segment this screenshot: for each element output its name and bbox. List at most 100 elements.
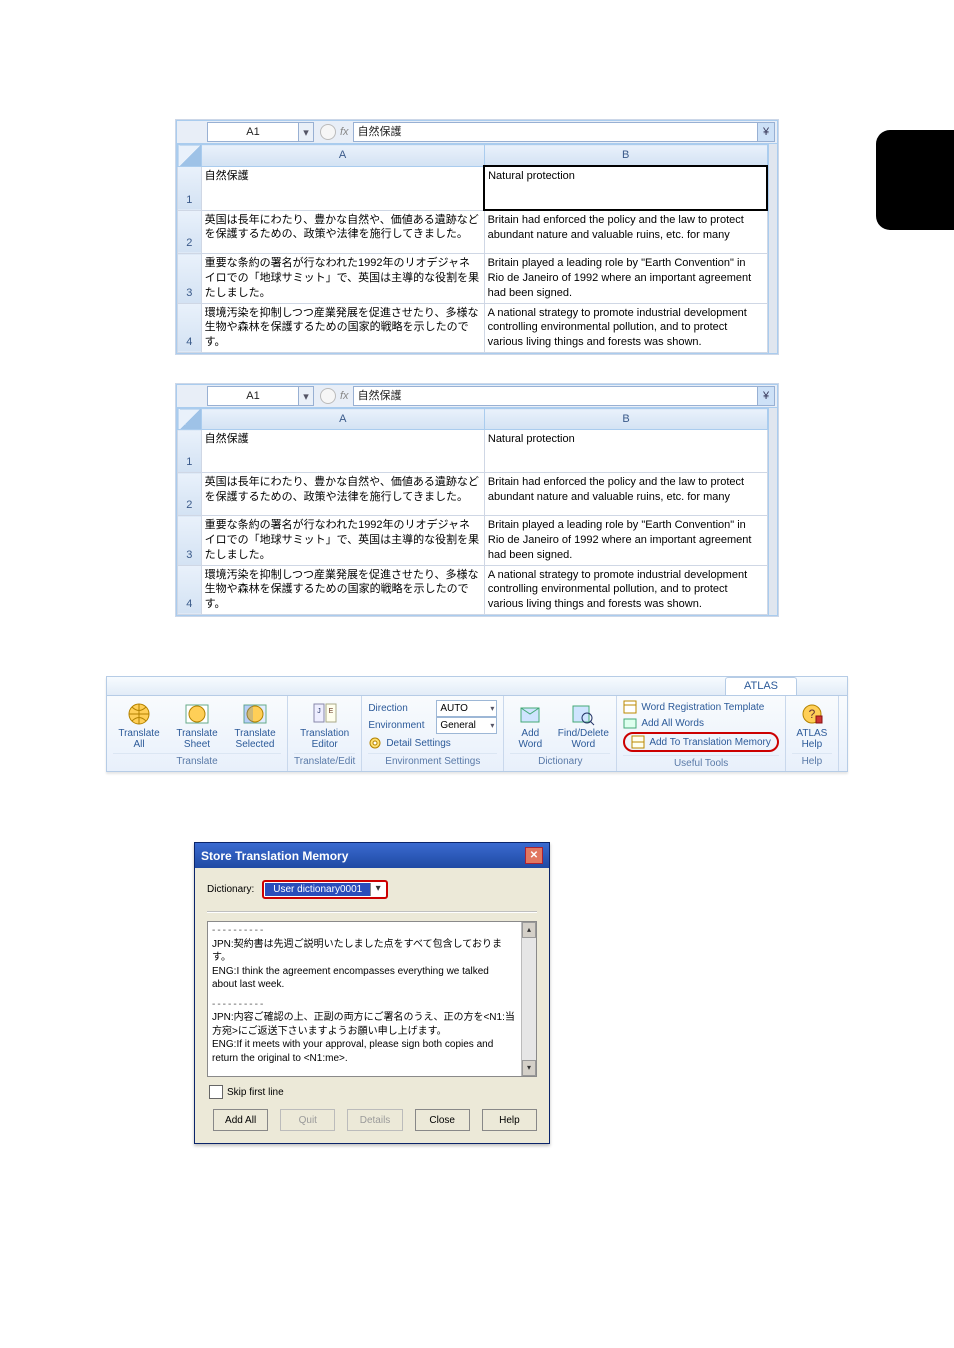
tab-atlas[interactable]: ATLAS [725,677,797,695]
help-button[interactable]: Help [482,1109,537,1131]
scroll-down-icon[interactable]: ▾ [522,1060,536,1076]
add-all-words-link[interactable]: Add All Words [623,716,704,730]
expand-formula-bar-icon[interactable]: ¥ [758,122,775,142]
cell[interactable]: Britain had enforced the policy and the … [484,210,767,254]
cell[interactable]: 自然保護 [201,430,484,473]
row-header[interactable]: 2 [178,210,202,254]
preview-scrollbar[interactable]: ▴ ▾ [521,922,536,1076]
btn-label: Translate All [113,728,165,750]
cell[interactable]: 英国は長年にわたり、豊かな自然や、価値ある遺跡などを保護するための、政策や法律を… [201,210,484,254]
group-title: Help [792,753,832,767]
word-registration-template-link[interactable]: Word Registration Template [623,700,764,714]
vertical-scrollbar[interactable] [768,144,777,353]
cell[interactable]: A national strategy to promote industria… [484,565,767,615]
close-icon[interactable]: ✕ [525,847,543,864]
row-header[interactable]: 3 [178,254,202,304]
cell[interactable]: Natural protection [484,166,767,210]
cell[interactable]: 重要な条約の署名が行なわれた1992年のリオデジャネイロでの「地球サミット」で、… [201,254,484,304]
detail-settings-link[interactable]: Detail Settings [368,736,450,750]
skip-first-line-checkbox[interactable]: Skip first line [209,1085,537,1099]
translate-sheet-button[interactable]: Translate Sheet [171,700,223,750]
select-all-corner[interactable] [178,409,202,430]
cell[interactable]: 環境汚染を抑制しつつ産業発展を促進させたり、多様な生物や森林を保護するための国家… [201,565,484,615]
group-environment: Direction AUTO▾ Environment General▾ Det… [362,696,504,771]
formula-input[interactable]: 自然保護 [353,122,758,142]
translation-editor-button[interactable]: JE Translation Editor [299,700,351,750]
help-icon: ? [797,700,827,728]
svg-text:J: J [317,708,321,715]
list-item[interactable]: ---------- JPN:内容ご確認の上、正副の両方にご署名のうえ、正の方を… [212,998,532,1066]
row-header[interactable]: 4 [178,303,202,353]
row-header[interactable]: 3 [178,516,202,566]
group-title: Translate [113,753,281,767]
list-item[interactable]: ---------- JPN:契約書は先週ご説明いたしました点をすべて包含してお… [212,924,532,992]
fx-icon[interactable]: fx [340,126,349,138]
btn-label: Translation Editor [299,728,351,750]
formula-input[interactable]: 自然保護 [353,386,758,406]
cell[interactable]: 環境汚染を抑制しつつ産業発展を促進させたり、多様な生物や森林を保護するための国家… [201,303,484,353]
cell[interactable]: 自然保護 [201,166,484,210]
translate-selected-button[interactable]: Translate Selected [229,700,281,750]
add-word-icon [515,700,545,728]
svg-text:?: ? [809,707,816,721]
row-header[interactable]: 4 [178,565,202,615]
excel-grid-1: A1 ▾ fx 自然保護 ¥ A B 1 自然保護 Natural protec… [176,120,778,354]
src-text: JPN:内容ご確認の上、正副の両方にご署名のうえ、正の方を<N1:当方宛>にご返… [212,1011,516,1038]
cell[interactable]: Britain played a leading role by "Earth … [484,516,767,566]
add-word-button[interactable]: Add Word [510,700,550,750]
worksheet-table[interactable]: A B 1 自然保護 Natural protection 2 英国は長年にわた… [177,408,768,615]
store-tm-dialog: Store Translation Memory ✕ Dictionary: U… [194,842,550,1144]
cell[interactable]: A national strategy to promote industria… [484,303,767,353]
list-item[interactable]: ---------- JPN:同封の封筒にてご返送下さい。 ENG:Please… [212,1071,532,1077]
btn-label: ATLAS Help [792,728,832,750]
chevron-down-icon[interactable]: ▾ [490,721,496,730]
row-header[interactable]: 1 [178,430,202,473]
find-delete-word-button[interactable]: Find/Delete Word [556,700,610,750]
environment-combo[interactable]: Environment General▾ [368,717,497,734]
close-button[interactable]: Close [415,1109,470,1131]
add-to-translation-memory-link[interactable]: Add To Translation Memory [623,732,779,752]
row-header[interactable]: 2 [178,473,202,516]
name-box[interactable]: A1 [207,386,299,406]
translate-all-button[interactable]: Translate All [113,700,165,750]
add-all-icon [623,716,637,730]
vertical-scrollbar[interactable] [768,408,777,615]
find-word-icon [568,700,598,728]
details-button[interactable]: Details [347,1109,402,1131]
chevron-down-icon[interactable]: ▾ [490,704,496,713]
direction-combo[interactable]: Direction AUTO▾ [368,700,497,717]
expand-formula-bar-icon[interactable]: ¥ [758,386,775,406]
select-all-corner[interactable] [178,145,202,167]
row-header[interactable]: 1 [178,166,202,210]
col-header-a[interactable]: A [201,145,484,167]
add-all-button[interactable]: Add All [213,1109,268,1131]
col-header-b[interactable]: B [484,409,767,430]
worksheet-table[interactable]: A B 1 自然保護 Natural protection 2 英国は長年にわた… [177,144,768,353]
quit-button[interactable]: Quit [280,1109,335,1131]
cell[interactable]: Britain played a leading role by "Earth … [484,254,767,304]
fx-icon[interactable]: fx [340,390,349,402]
svg-text:E: E [328,708,333,715]
atlas-ribbon: ATLAS Translate All Translate Shee [106,676,848,772]
col-header-b[interactable]: B [484,145,767,167]
atlas-help-button[interactable]: ? ATLAS Help [792,700,832,750]
btn-label: Translate Sheet [171,728,223,750]
combo-value: General [440,720,476,731]
col-header-a[interactable]: A [201,409,484,430]
name-box-dropdown[interactable]: ▾ [299,386,314,406]
checkbox-icon[interactable] [209,1085,223,1099]
scroll-up-icon[interactable]: ▴ [522,922,536,938]
preview-list[interactable]: ---------- JPN:契約書は先週ご説明いたしました点をすべて包含してお… [207,921,537,1077]
editor-icon: JE [310,700,340,728]
cell[interactable]: Britain had enforced the policy and the … [484,473,767,516]
name-box-dropdown[interactable]: ▾ [299,122,314,142]
dictionary-select[interactable]: User dictionary0001 ▾ [262,880,388,899]
cell[interactable]: Natural protection [484,430,767,473]
formula-circle-icon [320,124,336,140]
chevron-down-icon[interactable]: ▾ [370,883,385,896]
cell[interactable]: 重要な条約の署名が行なわれた1992年のリオデジャネイロでの「地球サミット」で、… [201,516,484,566]
name-box[interactable]: A1 [207,122,299,142]
cell[interactable]: 英国は長年にわたり、豊かな自然や、価値ある遺跡などを保護するための、政策や法律を… [201,473,484,516]
src-text: JPN:契約書は先週ご説明いたしました点をすべて包含しております。 [212,938,516,965]
divider [207,911,537,913]
